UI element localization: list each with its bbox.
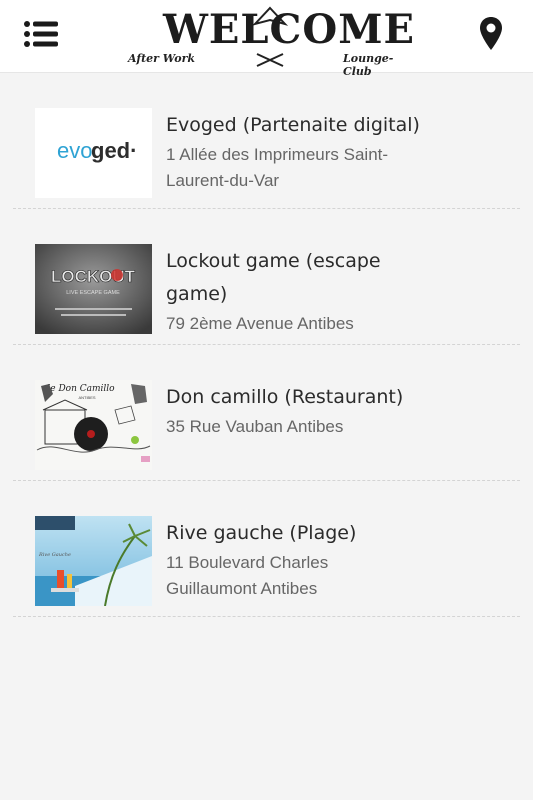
don-camillo-brand: le Don Camillo <box>47 384 115 394</box>
app-logo[interactable]: WELCOME After Work Lounge-Club <box>125 4 415 78</box>
hamburger-menu-icon[interactable] <box>24 20 60 48</box>
list-item-rive-gauche[interactable]: Rive Gauche Rive gauche (Plage) 11 Boule… <box>13 481 520 617</box>
rive-gauche-thumbnail: Rive Gauche <box>35 516 152 606</box>
lockout-tagline: LIVE ESCAPE GAME <box>66 290 120 296</box>
logo-tag-left: After Work <box>128 52 195 65</box>
places-list: evo ged· Evoged (Partenaite digital) 1 A… <box>0 73 533 617</box>
place-address: 79 2ème Avenue Antibes <box>166 314 354 333</box>
don-camillo-sub: ANTIBES <box>78 395 95 400</box>
logo-wordmark: WELCOME <box>163 6 415 53</box>
list-item-don-camillo[interactable]: le Don Camillo ANTIBES Don camillo (Rest… <box>13 345 520 481</box>
map-pin-icon[interactable] <box>479 16 503 52</box>
app-header: WELCOME After Work Lounge-Club <box>0 0 533 78</box>
evoged-logo-part1: evo <box>57 138 92 163</box>
place-title: Rive gauche (Plage) <box>166 522 357 544</box>
place-title: Lockout game (escape game) <box>166 250 381 305</box>
place-address: 35 Rue Vauban Antibes <box>166 417 344 436</box>
place-title: Evoged (Partenaite digital) <box>166 114 420 136</box>
rive-gauche-sign: Rive Gauche <box>38 552 71 558</box>
place-address: 11 Boulevard Charles Guillaumont Antibes <box>166 553 329 598</box>
lockout-brand: LOCKOUT <box>51 267 136 286</box>
list-item-lockout[interactable]: LOCKOUT LIVE ESCAPE GAME Lockout game (e… <box>13 209 520 345</box>
don-camillo-thumbnail: le Don Camillo ANTIBES <box>35 380 152 470</box>
evoged-logo-part2: ged· <box>91 138 137 163</box>
place-address: 1 Allée des Imprimeurs Saint-Laurent-du-… <box>166 145 389 190</box>
lockout-thumbnail: LOCKOUT LIVE ESCAPE GAME <box>35 244 152 334</box>
list-item-evoged[interactable]: evo ged· Evoged (Partenaite digital) 1 A… <box>13 73 520 209</box>
place-title: Don camillo (Restaurant) <box>166 386 404 408</box>
evoged-thumbnail: evo ged· <box>35 108 152 198</box>
